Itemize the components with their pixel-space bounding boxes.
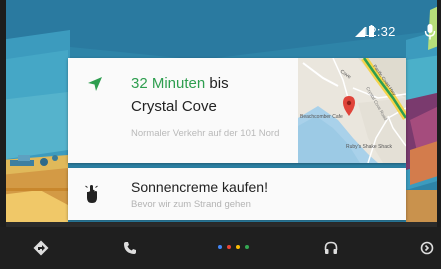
android-auto-screen: 12:32 32 Minuten bis Crystal Cove Normal… <box>0 0 441 269</box>
navigation-button[interactable] <box>28 235 54 261</box>
navigation-card-text: 32 Minuten bis Crystal Cove Normaler Ver… <box>68 58 298 163</box>
navigation-icon <box>33 240 49 256</box>
navigation-arrow-icon <box>88 77 102 91</box>
home-dot-yellow <box>236 245 240 249</box>
navigation-card[interactable]: 32 Minuten bis Crystal Cove Normaler Ver… <box>68 58 406 163</box>
destination: Crystal Cove <box>131 98 217 115</box>
exit-icon <box>420 241 434 255</box>
reminder-subtitle: Bevor wir zum Strand gehen <box>131 199 251 210</box>
reminder-card[interactable]: Sonnencreme kaufen! Bevor wir zum Strand… <box>68 168 406 220</box>
phone-button[interactable] <box>117 235 143 261</box>
eta-suffix: bis <box>209 75 229 92</box>
map-label-shack: Ruby's Shake Shack <box>346 144 392 150</box>
reminder-title: Sonnencreme kaufen! <box>131 179 268 195</box>
headphones-icon <box>324 241 338 254</box>
clock: 12:32 <box>362 24 396 39</box>
microphone-icon[interactable] <box>424 23 436 41</box>
eta-line: 32 Minuten bis <box>131 75 229 92</box>
home-dot-green <box>245 245 249 249</box>
eta-time: 32 Minuten <box>131 75 206 92</box>
reminder-hand-icon <box>85 185 98 203</box>
route-map[interactable]: Cove Pacific Coast Hwy Crystal Cove Road… <box>298 58 406 163</box>
home-dot-red <box>227 245 231 249</box>
phone-icon <box>124 242 136 254</box>
home-dot-blue <box>218 245 222 249</box>
traffic-info: Normaler Verkehr auf der 101 Nord <box>131 128 280 139</box>
audio-button[interactable] <box>318 235 344 261</box>
status-bar: 12:32 <box>0 18 441 46</box>
exit-button[interactable] <box>414 235 440 261</box>
map-label-cafe: Beachcomber Cafe <box>300 114 343 120</box>
home-button[interactable] <box>207 235 257 261</box>
